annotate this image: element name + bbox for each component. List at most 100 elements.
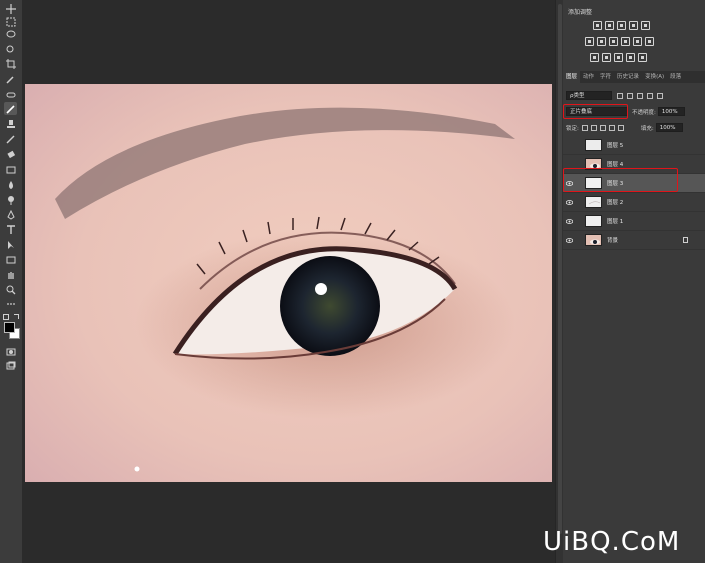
tab-layers[interactable]: 图层: [563, 71, 581, 83]
marquee-tool-icon[interactable]: [4, 15, 17, 28]
pen-tool-icon[interactable]: [4, 208, 17, 221]
hand-tool-icon[interactable]: [4, 268, 17, 281]
move-tool-icon[interactable]: [4, 2, 17, 15]
layer-row[interactable]: 图层 5: [563, 136, 705, 155]
healing-brush-tool-icon[interactable]: [4, 88, 17, 101]
scrollbar-thumb[interactable]: [558, 4, 562, 534]
adjustment-icons-row-2: [585, 37, 654, 46]
clone-stamp-tool-icon[interactable]: [4, 117, 17, 130]
lock-icons: [581, 124, 624, 131]
lock-all-icon[interactable]: [617, 124, 624, 131]
quick-mask-icon[interactable]: [4, 345, 17, 358]
channel-mixer-icon[interactable]: [633, 37, 642, 46]
color-lookup-icon[interactable]: [645, 37, 654, 46]
color-balance-icon[interactable]: [597, 37, 606, 46]
selected-layer-highlight: [563, 168, 678, 192]
shape-filter-icon[interactable]: [647, 92, 653, 99]
foreground-color-swatch[interactable]: [4, 322, 15, 333]
layer-name: 图层 4: [607, 162, 624, 168]
hue-saturation-icon[interactable]: [585, 37, 594, 46]
pixel-filter-icon[interactable]: [617, 92, 623, 99]
selective-color-icon[interactable]: [638, 53, 647, 62]
eye-icon[interactable]: [563, 237, 575, 243]
adjustment-filter-icon[interactable]: [627, 92, 633, 99]
tab-character[interactable]: 字符: [597, 71, 614, 83]
layer-name: 图层 5: [607, 143, 624, 149]
eye-icon[interactable]: [563, 199, 575, 205]
tab-actions[interactable]: 动作: [580, 71, 597, 83]
lock-fill-row: 锁定: 填充: 100%: [566, 123, 683, 132]
rectangle-tool-icon[interactable]: [4, 253, 17, 266]
crop-tool-icon[interactable]: [4, 57, 17, 70]
layer-thumbnail: [585, 215, 602, 227]
fill-label: 填充:: [640, 125, 654, 132]
smart-object-filter-icon[interactable]: [657, 92, 663, 99]
adjustment-icons-row-3: [590, 53, 647, 62]
brightness-contrast-icon[interactable]: [593, 21, 602, 30]
type-tool-icon[interactable]: [4, 223, 17, 236]
filter-icons: [617, 92, 663, 99]
tools-panel: [0, 0, 23, 563]
layer-row[interactable]: 图层 2: [563, 193, 705, 212]
history-brush-tool-icon[interactable]: [4, 132, 17, 145]
invert-icon[interactable]: [590, 53, 599, 62]
tab-history[interactable]: 历史记录: [614, 71, 642, 83]
zoom-tool-icon[interactable]: [4, 283, 17, 296]
layer-row[interactable]: 图层 1: [563, 212, 705, 231]
eye-icon[interactable]: [563, 218, 575, 224]
gradient-map-icon[interactable]: [626, 53, 635, 62]
tab-transform[interactable]: 变换(A): [642, 71, 667, 83]
curves-icon[interactable]: [617, 21, 626, 30]
opacity-label: 不透明度:: [632, 109, 656, 116]
lock-artboard-icon[interactable]: [608, 124, 615, 131]
canvas-image-eye[interactable]: [25, 84, 552, 482]
lock-label: 锁定:: [566, 125, 579, 132]
layer-name: 图层 1: [607, 219, 624, 225]
threshold-icon[interactable]: [614, 53, 623, 62]
lock-image-icon[interactable]: [590, 124, 597, 131]
layer-filter-row: ρ类型: [566, 91, 663, 100]
levels-icon[interactable]: [605, 21, 614, 30]
adjustment-icons-row-1: [593, 21, 650, 30]
lasso-tool-icon[interactable]: [4, 28, 17, 41]
brush-tool-icon[interactable]: [4, 102, 17, 115]
watermark: UiBQ.CoM: [543, 527, 681, 557]
default-colors-icon[interactable]: [3, 314, 9, 320]
dodge-tool-icon[interactable]: [4, 193, 17, 206]
more-tools-icon[interactable]: [4, 297, 17, 310]
quick-select-tool-icon[interactable]: [4, 42, 17, 55]
layer-filter-select[interactable]: ρ类型: [566, 91, 612, 100]
layers-list: 图层 5 图层 4 图层 3 图层 2 图层 1 背景: [563, 136, 705, 250]
photo-filter-icon[interactable]: [621, 37, 630, 46]
layer-thumbnail: [585, 139, 602, 151]
vibrance-icon[interactable]: [641, 21, 650, 30]
exposure-icon[interactable]: [629, 21, 638, 30]
black-white-icon[interactable]: [609, 37, 618, 46]
swap-colors-icon[interactable]: [14, 314, 19, 319]
blur-tool-icon[interactable]: [4, 178, 17, 191]
eyedropper-tool-icon[interactable]: [4, 72, 17, 85]
lock-position-icon[interactable]: [599, 124, 606, 131]
document-workspace: [22, 0, 555, 563]
fill-input[interactable]: 100%: [655, 123, 683, 132]
lock-icon: [683, 237, 688, 243]
layer-row[interactable]: 背景: [563, 231, 705, 250]
adjustments-title: 添加调整: [568, 9, 593, 16]
layer-thumbnail: [585, 234, 602, 246]
panel-tabs: 图层 动作 字符 历史记录 变换(A) 段落: [563, 71, 705, 83]
lock-transparent-icon[interactable]: [581, 124, 588, 131]
screen-mode-icon[interactable]: [4, 359, 17, 372]
blend-mode-highlight: [563, 104, 628, 119]
posterize-icon[interactable]: [602, 53, 611, 62]
eraser-tool-icon[interactable]: [4, 147, 17, 160]
right-panels: 添加调整 图层 动作 字符 历史记录 变换(A) 段落 ρ类型 正片叠底 不透明…: [563, 0, 705, 563]
foreground-background-colors[interactable]: [3, 314, 20, 340]
tab-paragraph[interactable]: 段落: [667, 71, 684, 83]
gradient-tool-icon[interactable]: [4, 163, 17, 176]
opacity-input[interactable]: 100%: [657, 107, 685, 116]
layer-name: 背景: [607, 238, 619, 244]
layer-thumbnail: [585, 196, 602, 208]
text-filter-icon[interactable]: [637, 92, 643, 99]
path-select-tool-icon[interactable]: [4, 238, 17, 251]
layer-name: 图层 2: [607, 200, 624, 206]
